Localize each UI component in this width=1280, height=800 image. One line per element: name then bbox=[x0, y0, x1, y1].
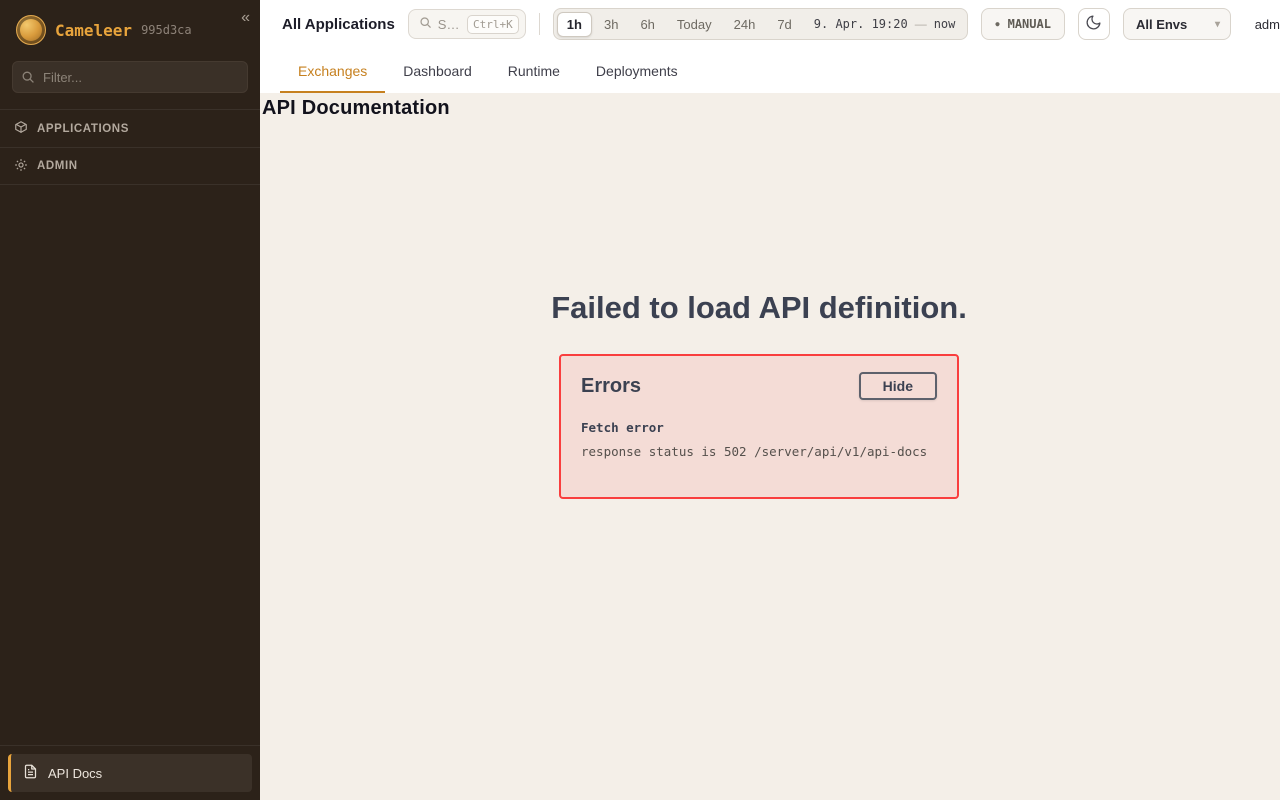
error-item: Fetch error response status is 502 /serv… bbox=[581, 420, 937, 459]
time-range-6h[interactable]: 6h bbox=[630, 12, 664, 37]
page-title: API Documentation bbox=[262, 97, 1256, 120]
user-menu[interactable]: adm bbox=[1253, 17, 1280, 32]
manual-refresh-button[interactable]: ● MANUAL bbox=[981, 8, 1065, 40]
date-range-separator: — bbox=[915, 17, 927, 31]
time-range-1h[interactable]: 1h bbox=[557, 12, 592, 37]
app-logo-text: Cameleer bbox=[55, 21, 132, 40]
tab-runtime[interactable]: Runtime bbox=[490, 48, 578, 93]
date-range-end: now bbox=[934, 17, 956, 31]
search-placeholder: S… bbox=[438, 17, 461, 32]
time-range-7d[interactable]: 7d bbox=[767, 12, 801, 37]
sidebar-item-admin[interactable]: ADMIN bbox=[0, 147, 260, 185]
errors-panel: Errors Hide Fetch error response status … bbox=[559, 354, 959, 499]
gear-icon bbox=[14, 158, 28, 175]
sidebar-collapse-button[interactable]: « bbox=[241, 10, 250, 26]
sidebar-item-api-docs[interactable]: API Docs bbox=[8, 754, 252, 792]
sidebar-item-label: ADMIN bbox=[37, 160, 78, 172]
sidebar-item-label: API Docs bbox=[48, 766, 102, 781]
moon-icon bbox=[1085, 14, 1102, 34]
dark-mode-toggle[interactable] bbox=[1078, 8, 1110, 40]
filter-input[interactable] bbox=[12, 61, 248, 93]
sidebar-footer: API Docs bbox=[0, 745, 260, 800]
date-range-display[interactable]: 9. Apr. 19:20 — now bbox=[814, 17, 956, 31]
environment-dropdown-value: All Envs bbox=[1136, 17, 1187, 32]
sidebar-header: Cameleer 995d3ca bbox=[0, 0, 260, 57]
errors-panel-header: Errors Hide bbox=[581, 372, 937, 400]
sidebar: Cameleer 995d3ca « APPLICATIONS ADMIN bbox=[0, 0, 260, 800]
dot-icon: ● bbox=[995, 20, 999, 28]
sidebar-nav: APPLICATIONS ADMIN bbox=[0, 109, 260, 185]
tab-dashboard[interactable]: Dashboard bbox=[385, 48, 490, 93]
keyboard-shortcut-badge: Ctrl+K bbox=[467, 15, 519, 34]
sidebar-item-applications[interactable]: APPLICATIONS bbox=[0, 109, 260, 147]
content-area: API Documentation Failed to load API def… bbox=[260, 93, 1280, 800]
divider bbox=[539, 13, 540, 35]
tab-bar: Exchanges Dashboard Runtime Deployments bbox=[260, 48, 1280, 93]
time-range-selector: 1h 3h 6h Today 24h 7d 9. Apr. 19:20 — no… bbox=[553, 8, 969, 40]
date-range-start: 9. Apr. 19:20 bbox=[814, 17, 908, 31]
chevron-down-icon: ▾ bbox=[1215, 19, 1220, 30]
search-icon bbox=[419, 16, 432, 32]
manual-button-label: MANUAL bbox=[1008, 17, 1051, 31]
environment-dropdown[interactable]: All Envs ▾ bbox=[1123, 8, 1231, 40]
sidebar-filter bbox=[12, 61, 248, 93]
tab-deployments[interactable]: Deployments bbox=[578, 48, 696, 93]
errors-panel-title: Errors bbox=[581, 375, 641, 398]
global-search[interactable]: S… Ctrl+K bbox=[408, 9, 526, 39]
main-area: All Applications S… Ctrl+K 1h 3h 6h Toda… bbox=[260, 0, 1280, 800]
topbar: All Applications S… Ctrl+K 1h 3h 6h Toda… bbox=[260, 0, 1280, 48]
document-icon bbox=[23, 764, 38, 782]
package-icon bbox=[14, 120, 28, 137]
time-range-3h[interactable]: 3h bbox=[594, 12, 628, 37]
hide-errors-button[interactable]: Hide bbox=[859, 372, 937, 400]
swagger-error-section: Failed to load API definition. Errors Hi… bbox=[262, 290, 1256, 499]
sidebar-item-label: APPLICATIONS bbox=[37, 123, 129, 135]
time-range-today[interactable]: Today bbox=[667, 12, 722, 37]
error-name: Fetch error bbox=[581, 420, 937, 435]
tab-exchanges[interactable]: Exchanges bbox=[280, 48, 385, 93]
time-range-24h[interactable]: 24h bbox=[724, 12, 766, 37]
page-context-title: All Applications bbox=[282, 16, 395, 33]
error-detail: response status is 502 /server/api/v1/ap… bbox=[581, 444, 937, 459]
cameleer-logo-icon bbox=[16, 15, 46, 45]
search-icon bbox=[21, 70, 35, 89]
error-heading: Failed to load API definition. bbox=[262, 290, 1256, 326]
app-version: 995d3ca bbox=[141, 23, 192, 37]
app-root: Cameleer 995d3ca « APPLICATIONS ADMIN bbox=[0, 0, 1280, 800]
